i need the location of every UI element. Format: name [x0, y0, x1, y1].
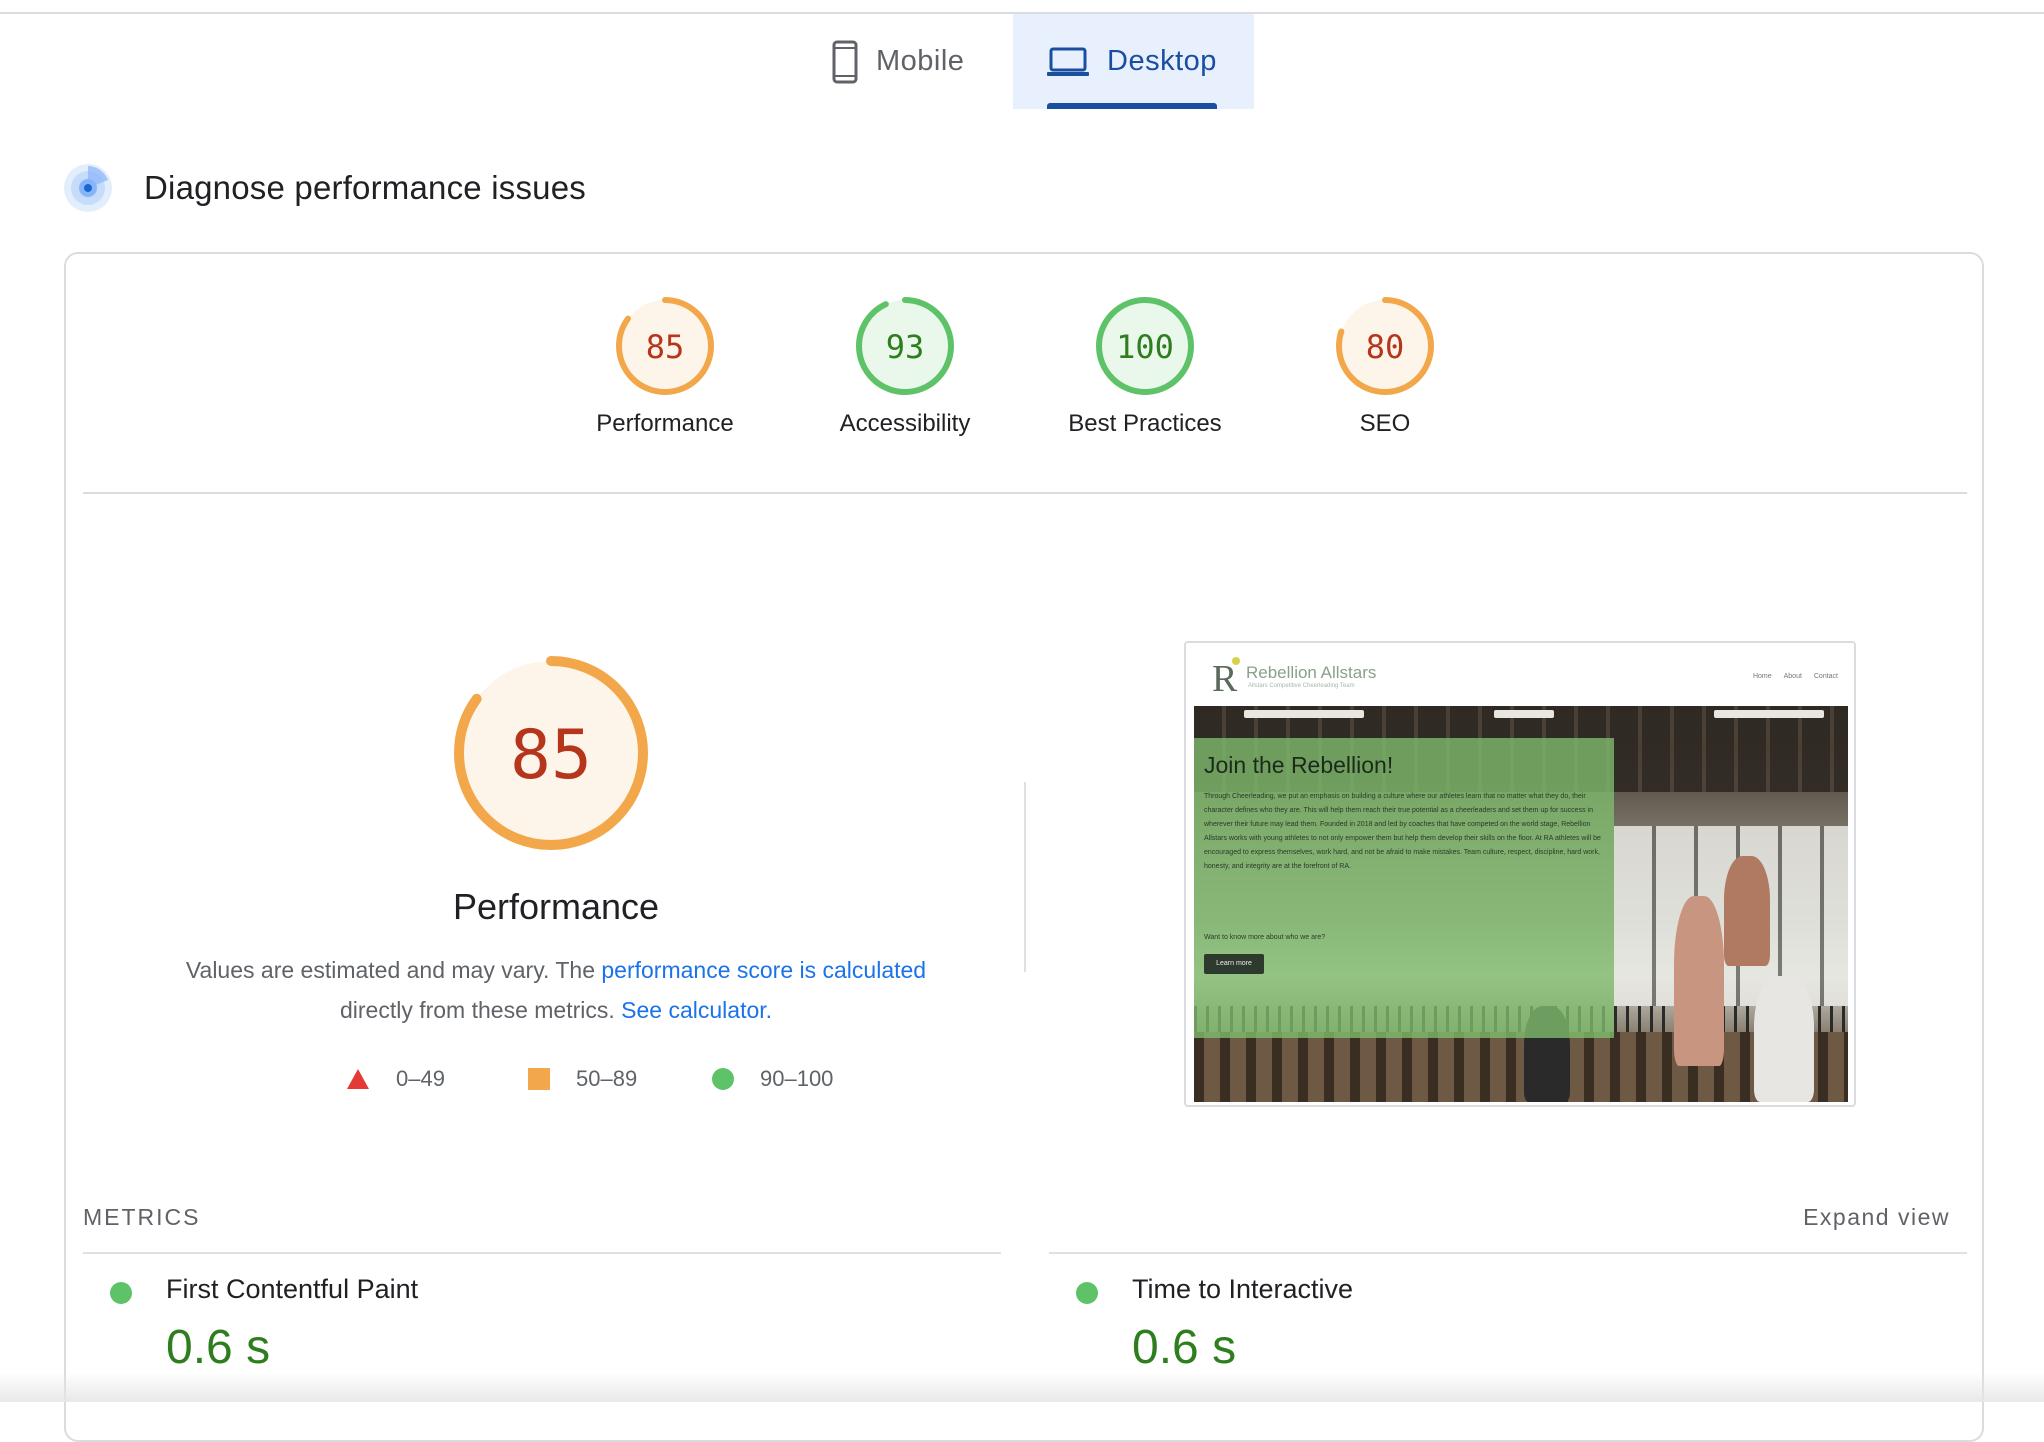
vertical-divider [1024, 782, 1026, 972]
gauge-ring-seo: 80 [1336, 297, 1434, 395]
gauge-ring-accessibility: 93 [856, 297, 954, 395]
see-calculator-link[interactable]: See calculator. [621, 997, 772, 1023]
section-header: Diagnose performance issues [62, 162, 586, 214]
triangle-icon [346, 1068, 370, 1090]
legend-average: 50–89 [528, 1066, 637, 1092]
site-nav: Home About Contact [1743, 673, 1838, 680]
site-nav-contact: Contact [1813, 673, 1838, 680]
metric-value: 0.6 s [1132, 1321, 1237, 1374]
gauge-value-seo: 80 [1366, 328, 1405, 366]
tab-selected-indicator [1047, 103, 1217, 109]
device-tabs: Mobile Desktop [0, 14, 2044, 109]
legend-fail-range: 0–49 [396, 1066, 445, 1091]
gauge-value-performance: 85 [646, 328, 685, 366]
bottom-scroll-fade [0, 1372, 2044, 1402]
score-calculated-link[interactable]: performance score is calculated [601, 957, 926, 983]
metric-value: 0.6 s [166, 1321, 271, 1374]
metric-name: Time to Interactive [1132, 1274, 1354, 1304]
photo-person [1674, 896, 1724, 1066]
performance-big-gauge: 85 [452, 654, 650, 857]
tab-desktop[interactable]: Desktop [1013, 14, 1254, 109]
circle-icon [712, 1068, 734, 1090]
gauge-value-accessibility: 93 [886, 328, 925, 366]
gauge-accessibility[interactable]: 93 Accessibility [795, 294, 1015, 438]
hero-overlay: Join the Rebellion! Through Cheerleading… [1194, 738, 1614, 1038]
photo-person [1754, 976, 1814, 1102]
gauge-label-best-practices: Best Practices [1068, 410, 1222, 437]
metrics-divider [1049, 1252, 1967, 1254]
metrics-heading: METRICS [83, 1204, 201, 1230]
gauge-value-best-practices: 100 [1116, 328, 1174, 366]
site-nav-home: Home [1752, 673, 1772, 680]
hero-body: Through Cheerleading, we put an emphasis… [1204, 793, 1601, 870]
logo-dot [1232, 657, 1240, 665]
photo-person [1724, 856, 1770, 966]
photo-floor [1194, 1032, 1848, 1102]
pass-indicator-icon [1076, 1282, 1098, 1304]
pass-indicator-icon [110, 1282, 132, 1304]
laptop-icon [1047, 46, 1089, 78]
report-card: 85 Performance 93 Accessibility 100 Best… [64, 252, 1984, 1442]
hero-heading: Join the Rebellion! [1204, 752, 1394, 778]
site-nav-about: About [1783, 673, 1802, 680]
performance-big-score: 85 [510, 716, 592, 795]
tab-mobile-label: Mobile [876, 45, 965, 77]
site-tagline: Allstars Competitive Cheerleading Team [1248, 683, 1355, 689]
square-icon [528, 1068, 550, 1090]
gauge-label-performance: Performance [596, 410, 734, 437]
gauge-label-accessibility: Accessibility [839, 410, 971, 437]
legend-pass: 90–100 [712, 1066, 833, 1092]
tab-mobile[interactable]: Mobile [820, 14, 1012, 109]
gauge-best-practices[interactable]: 100 Best Practices [1035, 294, 1255, 438]
hero-learn-more-button: Learn more [1204, 954, 1264, 974]
performance-description: Values are estimated and may vary. The p… [106, 950, 1006, 1030]
radar-icon [62, 162, 114, 214]
card-divider [83, 492, 1967, 494]
gauge-seo[interactable]: 80 SEO [1275, 294, 1495, 438]
screenshot-site-header: R Rebellion Allstars Allstars Competitiv… [1186, 643, 1854, 705]
smartphone-icon [832, 40, 858, 84]
gauge-label-seo: SEO [1359, 410, 1411, 437]
photo-light [1714, 710, 1824, 718]
gauge-ring-best-practices: 100 [1096, 297, 1194, 395]
page-screenshot: R Rebellion Allstars Allstars Competitiv… [1184, 641, 1856, 1107]
hero-cta-text: Want to know more about who we are? [1204, 934, 1326, 941]
legend-fail: 0–49 [346, 1066, 445, 1092]
legend-average-range: 50–89 [576, 1066, 638, 1091]
section-title: Diagnose performance issues [144, 169, 586, 206]
legend-pass-range: 90–100 [760, 1066, 834, 1091]
desc-prefix: Values are estimated and may vary. The [185, 957, 602, 983]
gauge-performance[interactable]: 85 Performance [555, 294, 775, 438]
photo-light [1244, 710, 1364, 718]
tab-desktop-label: Desktop [1107, 45, 1217, 77]
metric-name: First Contentful Paint [166, 1274, 419, 1304]
gauge-ring-performance: 85 [616, 297, 714, 395]
expand-view-button[interactable]: Expand view [1803, 1204, 1950, 1231]
photo-light [1494, 710, 1554, 718]
site-brand: Rebellion Allstars [1246, 663, 1377, 682]
performance-title: Performance [452, 886, 660, 927]
metrics-divider [83, 1252, 1001, 1254]
desc-middle: directly from these metrics. [339, 997, 622, 1023]
score-gauges: 85 Performance 93 Accessibility 100 Best… [66, 294, 1982, 454]
score-legend: 0–49 50–89 90–100 [106, 1066, 1006, 1106]
